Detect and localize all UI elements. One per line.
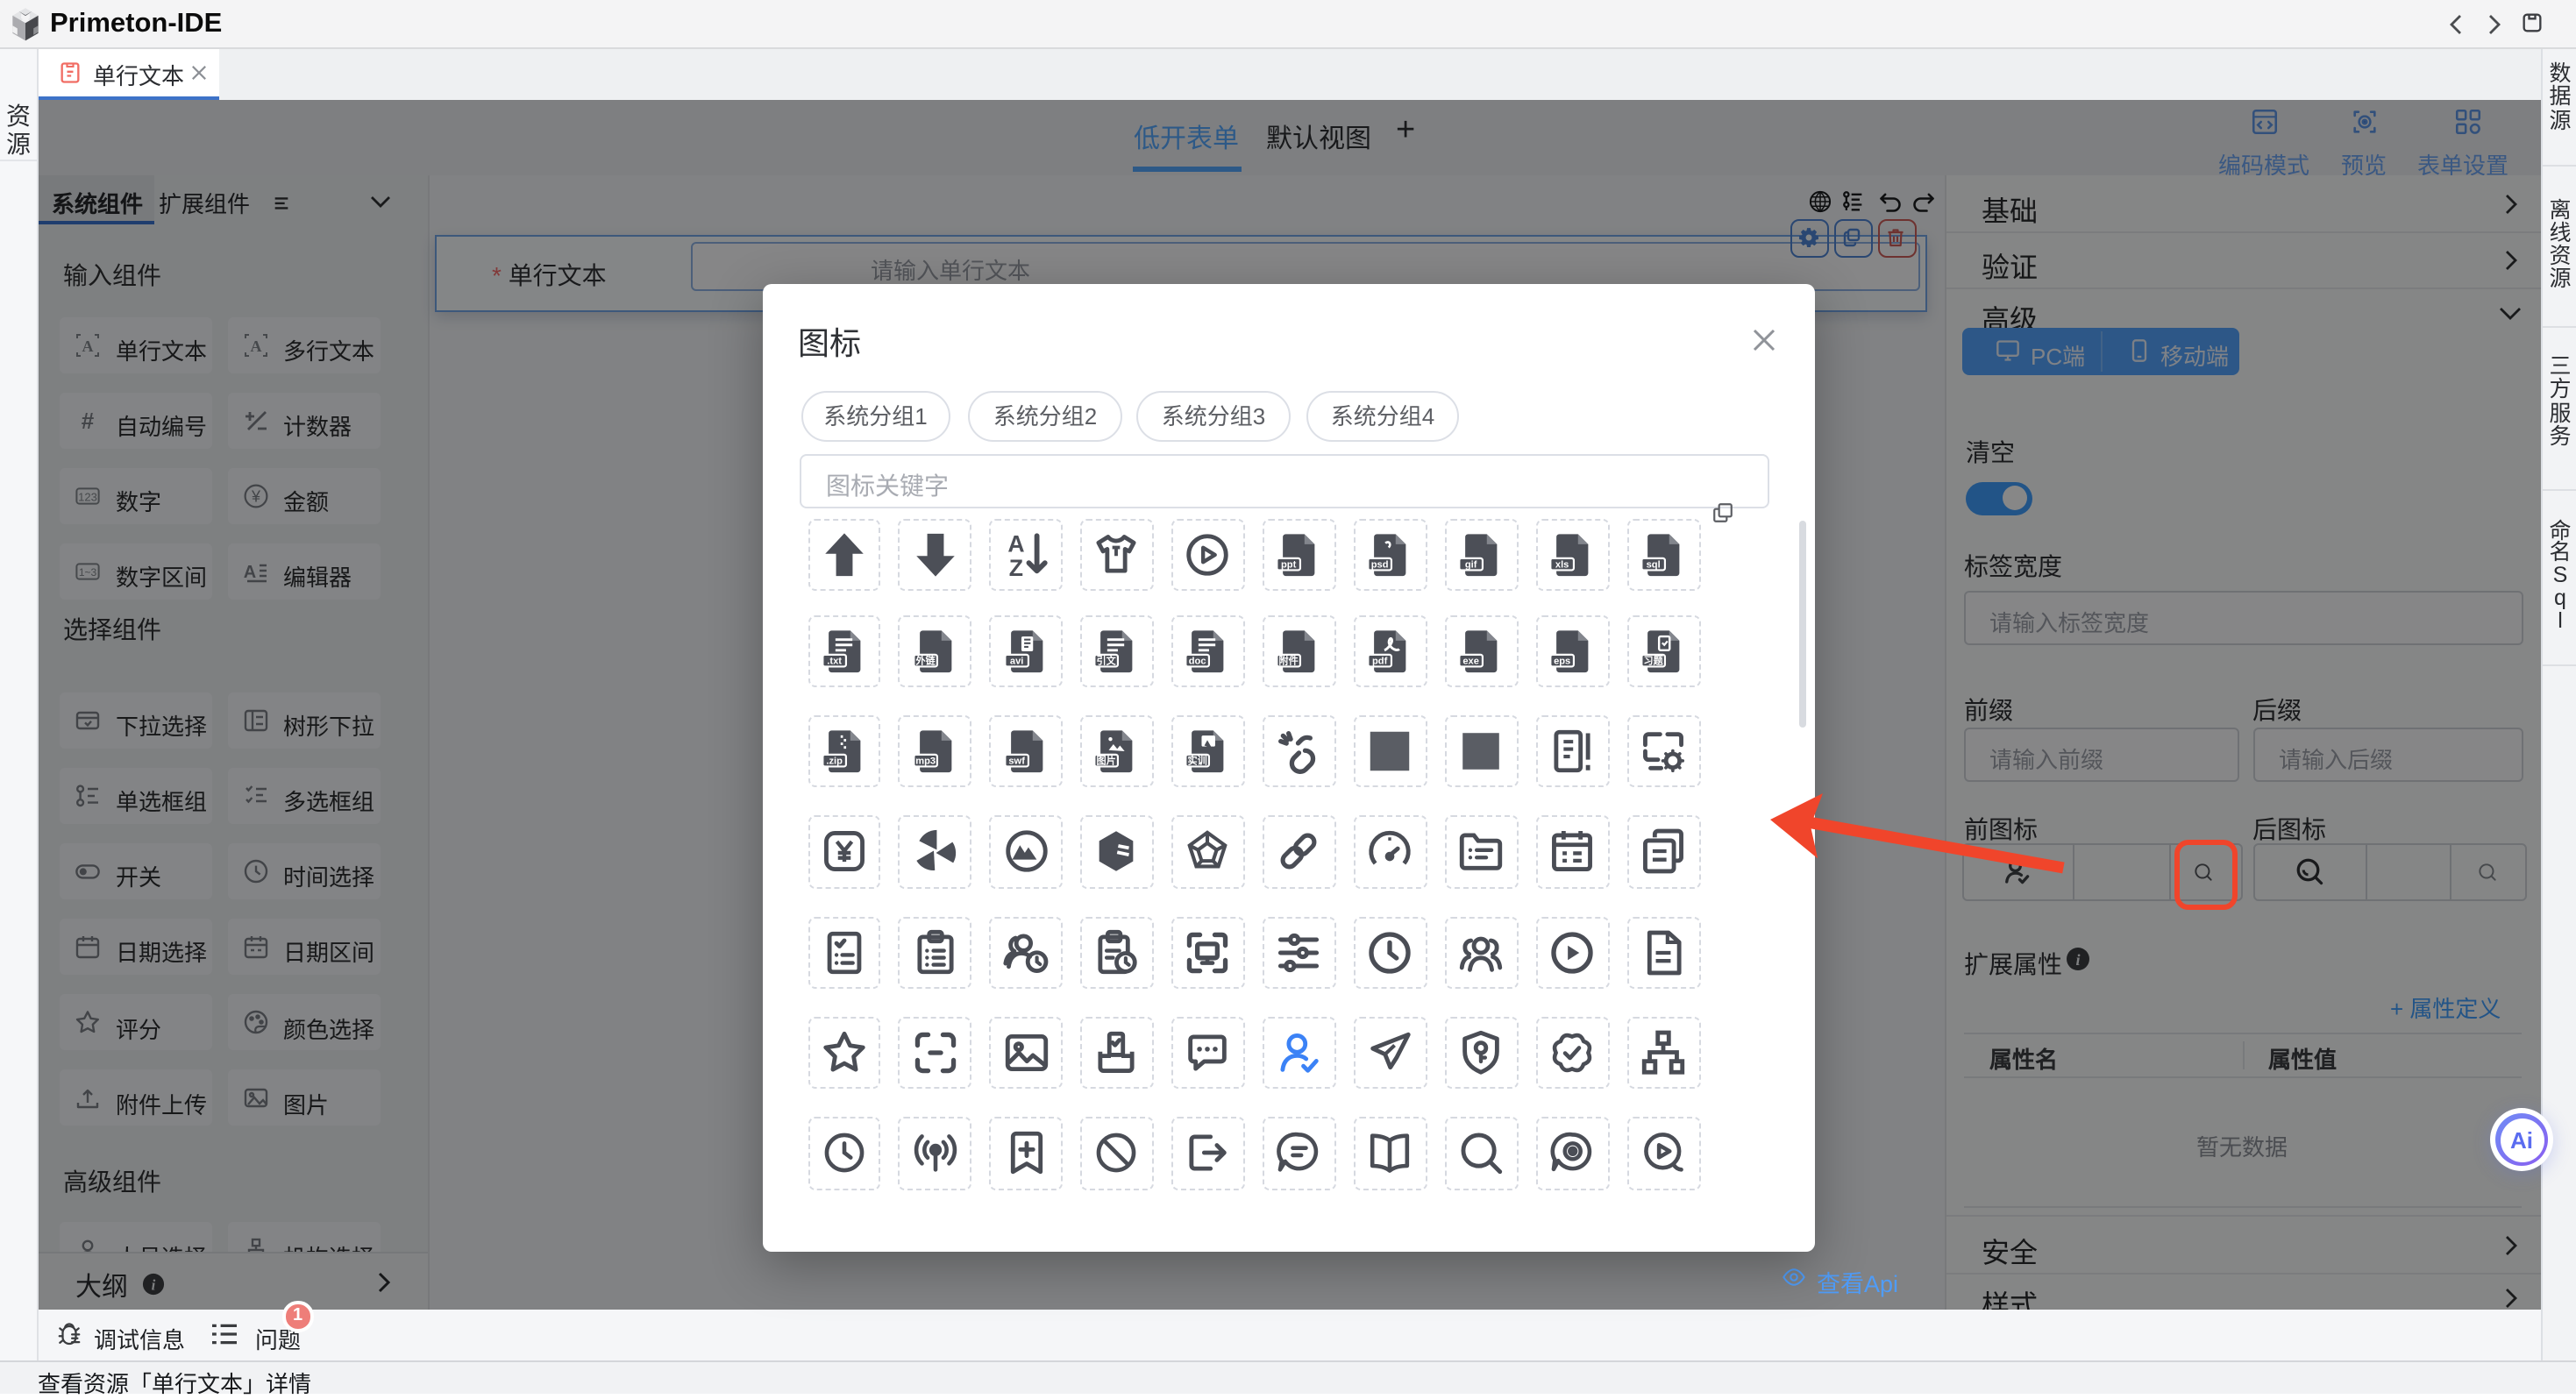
svg-text:doc: doc — [1190, 656, 1207, 666]
svg-text:图片: 图片 — [1098, 754, 1117, 766]
svg-text:.txt: .txt — [827, 656, 842, 666]
svg-text:eps: eps — [1554, 656, 1570, 666]
svg-text:实训: 实训 — [1189, 754, 1208, 766]
svg-text:i: i — [2075, 951, 2080, 969]
svg-text:外链: 外链 — [914, 654, 936, 666]
svg-text:gif: gif — [1465, 559, 1477, 570]
svg-text:ppt: ppt — [1282, 559, 1298, 570]
svg-text:.zip: .zip — [826, 756, 843, 766]
svg-text:Z: Z — [1008, 555, 1022, 580]
svg-text:xls: xls — [1555, 559, 1569, 570]
svg-text:A: A — [82, 337, 94, 354]
svg-text:习题: 习题 — [1644, 655, 1664, 666]
svg-text:psd: psd — [1371, 559, 1389, 570]
svg-text:mp3: mp3 — [914, 756, 935, 766]
svg-text:引文: 引文 — [1098, 654, 1118, 666]
svg-text:exe: exe — [1463, 656, 1480, 666]
svg-text:1~3: 1~3 — [79, 565, 97, 578]
svg-text:i: i — [152, 1276, 156, 1293]
svg-text:#: # — [82, 408, 95, 432]
svg-text:avi: avi — [1009, 656, 1022, 666]
svg-text:123: 123 — [78, 489, 97, 502]
svg-text:pdf: pdf — [1373, 656, 1389, 666]
svg-text:A: A — [243, 562, 255, 581]
svg-text:sql: sql — [1647, 559, 1661, 570]
svg-text:A: A — [1007, 530, 1023, 557]
svg-text:A: A — [250, 337, 261, 354]
svg-text:附件: 附件 — [1279, 654, 1299, 666]
svg-text:swf: swf — [1008, 756, 1025, 766]
svg-text:¥: ¥ — [250, 486, 260, 504]
